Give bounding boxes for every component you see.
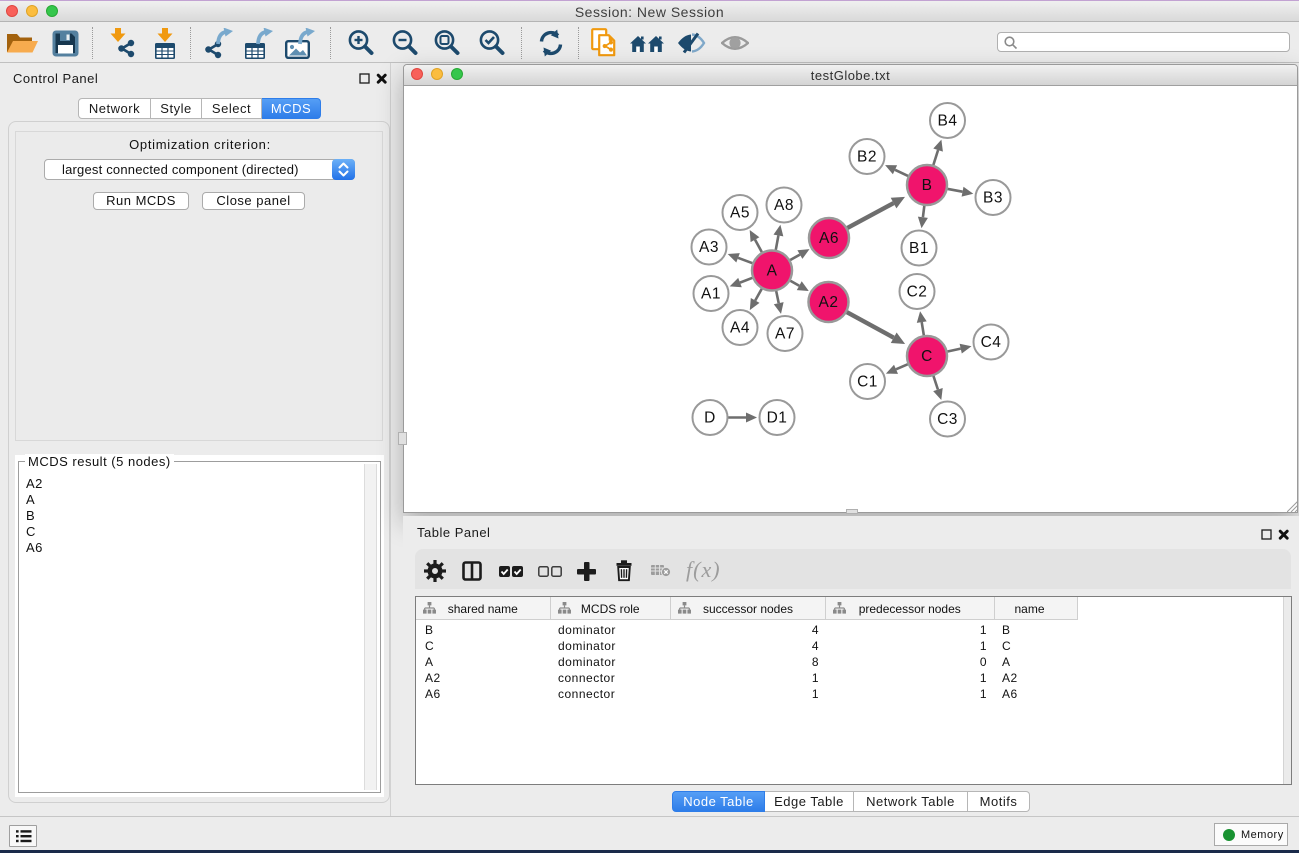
svg-text:C1: C1 [857, 374, 878, 391]
svg-text:D1: D1 [767, 410, 788, 427]
svg-text:B4: B4 [938, 113, 958, 130]
svg-text:C: C [921, 348, 933, 365]
svg-text:A2: A2 [819, 294, 839, 311]
svg-text:B3: B3 [983, 190, 1003, 207]
svg-text:A5: A5 [730, 205, 750, 222]
svg-text:B1: B1 [909, 240, 929, 257]
svg-text:A1: A1 [701, 286, 721, 303]
svg-text:A8: A8 [774, 197, 794, 214]
svg-text:B2: B2 [857, 149, 877, 166]
svg-text:A7: A7 [775, 326, 795, 343]
svg-text:B: B [922, 177, 933, 194]
svg-text:C4: C4 [981, 334, 1002, 351]
svg-text:C2: C2 [907, 284, 928, 301]
svg-text:C3: C3 [937, 411, 958, 428]
svg-text:A3: A3 [699, 239, 719, 256]
svg-text:A4: A4 [730, 320, 750, 337]
svg-text:A: A [767, 263, 778, 280]
svg-text:A6: A6 [819, 230, 839, 247]
svg-text:D: D [704, 410, 716, 427]
